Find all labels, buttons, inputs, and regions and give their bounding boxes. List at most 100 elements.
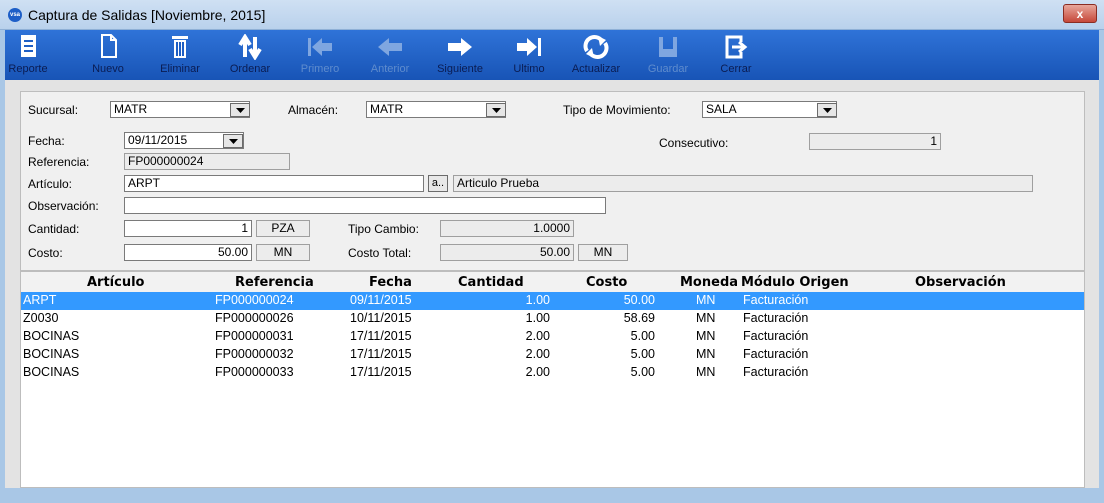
chevron-down-icon bbox=[229, 139, 238, 144]
close-window-button[interactable]: x bbox=[1063, 4, 1097, 23]
ultimo-label: Ultimo bbox=[513, 63, 545, 75]
tipo-cambio-label: Tipo Cambio: bbox=[348, 222, 419, 236]
articulo-lookup-button[interactable]: a.. bbox=[428, 175, 448, 192]
sort-icon bbox=[238, 34, 262, 60]
consecutivo-field: 1 bbox=[809, 133, 941, 150]
table-row[interactable]: BOCINAS FP000000033 17/11/2015 2.00 5.00… bbox=[21, 364, 1084, 382]
anterior-label: Anterior bbox=[370, 63, 410, 75]
cell-articulo: Z0030 bbox=[23, 311, 59, 325]
column-header-modulo-origen[interactable]: Módulo Origen bbox=[741, 275, 849, 290]
trash-icon bbox=[172, 36, 188, 58]
tipo-movimiento-dropdown-button[interactable] bbox=[817, 103, 837, 117]
cell-costo: 5.00 bbox=[630, 329, 655, 343]
column-header-fecha[interactable]: Fecha bbox=[369, 275, 412, 290]
column-header-costo[interactable]: Costo bbox=[586, 275, 627, 290]
cell-referencia: FP000000026 bbox=[215, 311, 294, 325]
sucursal-select[interactable]: MATR bbox=[110, 101, 250, 118]
anterior-button[interactable]: Anterior bbox=[365, 30, 415, 80]
ultimo-button[interactable]: Ultimo bbox=[505, 30, 553, 80]
status-bar bbox=[5, 488, 1099, 503]
table-row[interactable]: ARPT FP000000024 09/11/2015 1.00 50.00 M… bbox=[21, 292, 1084, 310]
chevron-down-icon bbox=[823, 108, 832, 113]
toolbar: Reporte Nuevo Eliminar Ordenar Primero A… bbox=[5, 30, 1099, 80]
last-arrow-icon bbox=[517, 38, 541, 56]
cantidad-unit-field: PZA bbox=[256, 220, 310, 237]
report-icon bbox=[21, 35, 36, 57]
cantidad-input[interactable]: 1 bbox=[124, 220, 252, 237]
column-header-observacion[interactable]: Observación bbox=[915, 275, 1006, 290]
chevron-down-icon bbox=[492, 108, 501, 113]
table-row[interactable]: BOCINAS FP000000031 17/11/2015 2.00 5.00… bbox=[21, 328, 1084, 346]
refresh-icon bbox=[583, 35, 609, 59]
consecutivo-label: Consecutivo: bbox=[659, 136, 729, 150]
guardar-button[interactable]: Guardar bbox=[643, 30, 693, 80]
nuevo-label: Nuevo bbox=[92, 63, 124, 75]
cell-fecha: 09/11/2015 bbox=[350, 293, 412, 307]
cell-articulo: ARPT bbox=[23, 293, 57, 307]
siguiente-button[interactable]: Siguiente bbox=[430, 30, 490, 80]
table-header: Artículo Referencia Fecha Cantidad Costo… bbox=[21, 272, 1084, 293]
cell-cantidad: 2.00 bbox=[525, 329, 550, 343]
cell-fecha: 17/11/2015 bbox=[350, 365, 412, 379]
eliminar-button[interactable]: Eliminar bbox=[155, 30, 205, 80]
cantidad-label: Cantidad: bbox=[28, 222, 80, 236]
cell-articulo: BOCINAS bbox=[23, 365, 80, 379]
cell-fecha: 17/11/2015 bbox=[350, 347, 412, 361]
column-header-moneda[interactable]: Moneda bbox=[680, 275, 738, 290]
cell-fecha: 17/11/2015 bbox=[350, 329, 412, 343]
exit-icon bbox=[725, 35, 748, 59]
costo-label: Costo: bbox=[28, 246, 63, 260]
movements-table[interactable]: Artículo Referencia Fecha Cantidad Costo… bbox=[20, 271, 1085, 488]
cell-modulo-origen: Facturación bbox=[743, 329, 809, 343]
actualizar-button[interactable]: Actualizar bbox=[565, 30, 627, 80]
referencia-label: Referencia: bbox=[28, 155, 90, 169]
ordenar-button[interactable]: Ordenar bbox=[225, 30, 275, 80]
tipo-cambio-field: 1.0000 bbox=[440, 220, 574, 237]
cerrar-button[interactable]: Cerrar bbox=[712, 30, 760, 80]
cell-cantidad: 2.00 bbox=[525, 347, 550, 361]
cerrar-label: Cerrar bbox=[720, 63, 752, 75]
cell-moneda: MN bbox=[696, 293, 716, 307]
articulo-description-field: Articulo Prueba bbox=[453, 175, 1033, 192]
cell-fecha: 10/11/2015 bbox=[350, 311, 412, 325]
column-header-referencia[interactable]: Referencia bbox=[235, 275, 314, 290]
costo-total-field: 50.00 bbox=[440, 244, 574, 261]
title-bar: vsa Captura de Salidas [Noviembre, 2015]… bbox=[0, 0, 1104, 30]
sucursal-dropdown-button[interactable] bbox=[230, 103, 250, 117]
form-panel: Sucursal: MATR Almacén: MATR Tipo de Mov… bbox=[20, 91, 1085, 271]
primero-button[interactable]: Primero bbox=[295, 30, 345, 80]
new-document-icon bbox=[101, 34, 117, 58]
sucursal-label: Sucursal: bbox=[28, 103, 79, 117]
cell-referencia: FP000000032 bbox=[215, 347, 294, 361]
cell-costo: 5.00 bbox=[630, 347, 655, 361]
articulo-label: Artículo: bbox=[28, 177, 73, 191]
eliminar-label: Eliminar bbox=[160, 63, 200, 75]
cell-cantidad: 1.00 bbox=[525, 311, 550, 325]
almacen-select[interactable]: MATR bbox=[366, 101, 506, 118]
table-row[interactable]: BOCINAS FP000000032 17/11/2015 2.00 5.00… bbox=[21, 346, 1084, 364]
column-header-cantidad[interactable]: Cantidad bbox=[458, 275, 524, 290]
previous-arrow-icon bbox=[378, 38, 402, 56]
cell-cantidad: 1.00 bbox=[525, 293, 550, 307]
reporte-button[interactable]: Reporte bbox=[5, 30, 51, 80]
almacen-dropdown-button[interactable] bbox=[486, 103, 506, 117]
fecha-label: Fecha: bbox=[28, 134, 65, 148]
table-row[interactable]: Z0030 FP000000026 10/11/2015 1.00 58.69 … bbox=[21, 310, 1084, 328]
actualizar-label: Actualizar bbox=[571, 63, 621, 75]
window-title: Captura de Salidas [Noviembre, 2015] bbox=[28, 7, 266, 23]
nuevo-button[interactable]: Nuevo bbox=[85, 30, 131, 80]
cell-modulo-origen: Facturación bbox=[743, 311, 809, 325]
costo-total-label: Costo Total: bbox=[348, 246, 412, 260]
column-header-articulo[interactable]: Artículo bbox=[87, 275, 145, 290]
costo-input[interactable]: 50.00 bbox=[124, 244, 252, 261]
articulo-input[interactable]: ARPT bbox=[124, 175, 424, 192]
costo-total-currency-field: MN bbox=[578, 244, 628, 261]
cell-costo: 50.00 bbox=[623, 293, 655, 307]
guardar-label: Guardar bbox=[647, 63, 689, 75]
observacion-input[interactable] bbox=[124, 197, 606, 214]
next-arrow-icon bbox=[448, 38, 472, 56]
cell-costo: 58.69 bbox=[623, 311, 655, 325]
fecha-dropdown-button[interactable] bbox=[223, 134, 243, 148]
cell-costo: 5.00 bbox=[630, 365, 655, 379]
cell-moneda: MN bbox=[696, 347, 716, 361]
